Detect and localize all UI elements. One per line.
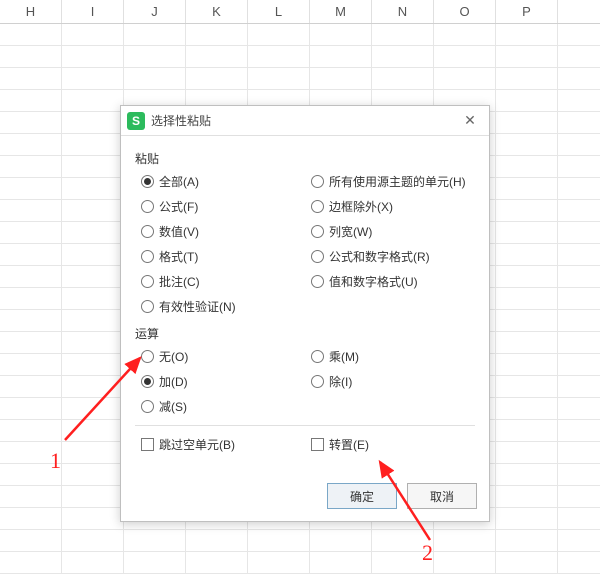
radio-label: 加(D) — [159, 373, 188, 390]
dialog-title: 选择性粘贴 — [151, 112, 457, 129]
radio-label: 乘(M) — [329, 348, 359, 365]
radio-icon — [141, 250, 154, 263]
operation-options: 无(O) 乘(M) 加(D) 除(I) 减(S) — [141, 348, 475, 415]
checkbox-transpose[interactable]: 转置(E) — [311, 436, 491, 453]
col-header[interactable]: I — [62, 0, 124, 23]
radio-subtract[interactable]: 减(S) — [141, 398, 311, 415]
col-header[interactable]: K — [186, 0, 248, 23]
radio-icon — [141, 275, 154, 288]
radio-label: 所有使用源主题的单元(H) — [329, 173, 466, 190]
radio-formulas-numfmt[interactable]: 公式和数字格式(R) — [311, 248, 491, 265]
radio-values[interactable]: 数值(V) — [141, 223, 311, 240]
radio-formats[interactable]: 格式(T) — [141, 248, 311, 265]
radio-label: 公式(F) — [159, 198, 198, 215]
checkbox-skip-blanks[interactable]: 跳过空单元(B) — [141, 436, 311, 453]
radio-label: 格式(T) — [159, 248, 198, 265]
checkbox-label: 转置(E) — [329, 436, 369, 453]
col-header[interactable]: L — [248, 0, 310, 23]
radio-label: 批注(C) — [159, 273, 200, 290]
close-icon: ✕ — [464, 112, 476, 129]
radio-formulas[interactable]: 公式(F) — [141, 198, 311, 215]
checkbox-row: 跳过空单元(B) 转置(E) — [141, 436, 475, 453]
radio-icon — [141, 400, 154, 413]
radio-label: 有效性验证(N) — [159, 298, 236, 315]
radio-col-widths[interactable]: 列宽(W) — [311, 223, 491, 240]
radio-icon — [311, 225, 324, 238]
radio-label: 减(S) — [159, 398, 187, 415]
col-header[interactable]: J — [124, 0, 186, 23]
radio-none[interactable]: 无(O) — [141, 348, 311, 365]
radio-icon — [141, 375, 154, 388]
radio-validation[interactable]: 有效性验证(N) — [141, 298, 311, 315]
col-header[interactable]: M — [310, 0, 372, 23]
col-header[interactable]: O — [434, 0, 496, 23]
checkbox-icon — [141, 438, 154, 451]
checkbox-label: 跳过空单元(B) — [159, 436, 235, 453]
radio-all[interactable]: 全部(A) — [141, 173, 311, 190]
radio-icon — [311, 350, 324, 363]
app-icon: S — [127, 112, 145, 130]
radio-icon — [311, 175, 324, 188]
radio-comments[interactable]: 批注(C) — [141, 273, 311, 290]
radio-label: 数值(V) — [159, 223, 199, 240]
paste-special-dialog: S 选择性粘贴 ✕ 粘贴 全部(A) 所有使用源主题的单元(H) 公式(F) 边… — [120, 105, 490, 522]
col-header[interactable]: H — [0, 0, 62, 23]
col-header[interactable]: N — [372, 0, 434, 23]
radio-values-numfmt[interactable]: 值和数字格式(U) — [311, 273, 491, 290]
ok-button[interactable]: 确定 — [327, 483, 397, 509]
radio-label: 无(O) — [159, 348, 188, 365]
close-button[interactable]: ✕ — [457, 110, 483, 132]
paste-options: 全部(A) 所有使用源主题的单元(H) 公式(F) 边框除外(X) 数值(V) … — [141, 173, 475, 315]
radio-icon — [311, 275, 324, 288]
radio-icon — [141, 175, 154, 188]
column-headers-row: H I J K L M N O P — [0, 0, 600, 24]
checkbox-icon — [311, 438, 324, 451]
radio-all-source-theme[interactable]: 所有使用源主题的单元(H) — [311, 173, 491, 190]
radio-label: 除(I) — [329, 373, 352, 390]
radio-icon — [141, 350, 154, 363]
radio-label: 全部(A) — [159, 173, 199, 190]
paste-group-label: 粘贴 — [135, 150, 475, 167]
annotation-label-2: 2 — [422, 540, 433, 566]
operation-group-label: 运算 — [135, 325, 475, 342]
radio-label: 公式和数字格式(R) — [329, 248, 430, 265]
radio-divide[interactable]: 除(I) — [311, 373, 491, 390]
radio-icon — [141, 200, 154, 213]
cancel-button[interactable]: 取消 — [407, 483, 477, 509]
radio-icon — [311, 200, 324, 213]
radio-except-borders[interactable]: 边框除外(X) — [311, 198, 491, 215]
radio-icon — [141, 300, 154, 313]
radio-label: 值和数字格式(U) — [329, 273, 418, 290]
dialog-buttons: 确定 取消 — [121, 475, 489, 521]
annotation-label-1: 1 — [50, 448, 61, 474]
divider — [135, 425, 475, 426]
radio-multiply[interactable]: 乘(M) — [311, 348, 491, 365]
radio-label: 边框除外(X) — [329, 198, 393, 215]
radio-add[interactable]: 加(D) — [141, 373, 311, 390]
radio-icon — [311, 250, 324, 263]
col-header[interactable]: P — [496, 0, 558, 23]
radio-icon — [141, 225, 154, 238]
radio-label: 列宽(W) — [329, 223, 372, 240]
dialog-titlebar: S 选择性粘贴 ✕ — [121, 106, 489, 136]
radio-icon — [311, 375, 324, 388]
